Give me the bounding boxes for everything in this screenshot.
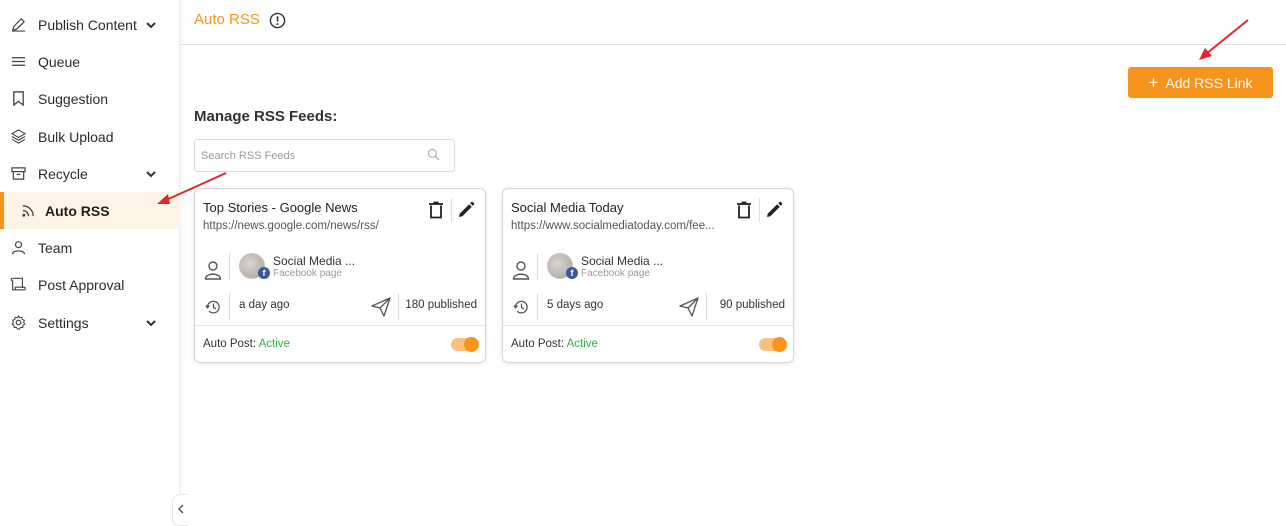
feed-url: https://news.google.com/news/rss/ xyxy=(203,220,379,232)
sidebar-item-label: Auto RSS xyxy=(45,202,110,219)
account-name: Social Media ... xyxy=(581,254,664,268)
trash-icon[interactable] xyxy=(428,201,444,219)
sidebar-item-team[interactable]: Team xyxy=(0,229,180,266)
search-icon[interactable] xyxy=(427,148,441,162)
paper-plane-icon xyxy=(679,297,699,317)
sidebar-item-queue[interactable]: Queue xyxy=(0,43,180,80)
chevron-down-icon[interactable] xyxy=(144,18,158,32)
divider xyxy=(759,198,760,222)
auto-post-toggle[interactable] xyxy=(451,337,479,352)
sidebar-item-label: Post Approval xyxy=(38,276,125,293)
toggle-knob xyxy=(772,337,787,352)
rss-feed-card: Top Stories - Google News https://news.g… xyxy=(194,188,486,363)
chevron-down-icon[interactable] xyxy=(144,316,158,330)
info-icon[interactable] xyxy=(269,12,286,29)
sidebar: Publish Content Queue Suggestion Bulk Up… xyxy=(0,0,188,526)
divider xyxy=(398,293,399,320)
history-icon xyxy=(205,299,221,315)
history-icon xyxy=(513,299,529,315)
paper-plane-icon xyxy=(371,297,391,317)
divider xyxy=(503,325,793,326)
divider xyxy=(451,198,452,222)
edit-icon[interactable] xyxy=(765,201,783,219)
account-name: Social Media ... xyxy=(273,254,356,268)
sidebar-item-auto-rss[interactable]: Auto RSS xyxy=(0,192,180,229)
user-icon xyxy=(204,260,222,280)
toggle-knob xyxy=(464,337,479,352)
status-badge: Active xyxy=(566,338,598,350)
edit-icon[interactable] xyxy=(457,201,475,219)
page-title: Auto RSS xyxy=(194,11,260,28)
auto-post-label: Auto Post: xyxy=(203,338,257,350)
sidebar-item-recycle[interactable]: Recycle xyxy=(0,155,180,192)
search-input[interactable] xyxy=(201,147,421,165)
auto-post-status: Auto Post: Active xyxy=(203,338,290,350)
sidebar-item-label: Bulk Upload xyxy=(38,128,114,145)
sidebar-item-settings[interactable]: Settings xyxy=(0,304,180,341)
published-count: 90 published xyxy=(719,299,785,311)
facebook-icon: f xyxy=(258,267,270,279)
add-rss-link-label: Add RSS Link xyxy=(1165,74,1253,91)
last-run-time: 5 days ago xyxy=(547,299,604,311)
divider xyxy=(229,253,230,280)
divider xyxy=(229,293,230,320)
sidebar-collapse-toggle[interactable] xyxy=(172,494,188,526)
chevron-down-icon[interactable] xyxy=(144,167,158,181)
sidebar-item-bulk-upload[interactable]: Bulk Upload xyxy=(0,118,180,155)
sidebar-item-label: Publish Content xyxy=(38,16,137,33)
divider xyxy=(195,325,485,326)
feed-title: Top Stories - Google News xyxy=(203,200,358,215)
section-title: Manage RSS Feeds: xyxy=(194,108,338,125)
pencil-icon xyxy=(10,17,26,33)
sidebar-item-publish-content[interactable]: Publish Content xyxy=(0,6,180,43)
sidebar-item-label: Team xyxy=(38,239,73,256)
sidebar-item-label: Recycle xyxy=(38,165,88,182)
auto-post-label: Auto Post: xyxy=(511,338,565,350)
divider xyxy=(537,253,538,280)
list-icon xyxy=(10,54,26,70)
feed-url: https://www.socialmediatoday.com/fee... xyxy=(511,220,715,232)
user-icon xyxy=(10,240,26,256)
auto-post-status: Auto Post: Active xyxy=(511,338,598,350)
account-type: Facebook page xyxy=(273,268,342,279)
page-header: Auto RSS xyxy=(180,0,1286,45)
sidebar-item-label: Queue xyxy=(38,53,81,70)
auto-post-toggle[interactable] xyxy=(759,337,787,352)
trash-icon[interactable] xyxy=(736,201,752,219)
divider xyxy=(537,293,538,320)
sidebar-item-label: Suggestion xyxy=(38,90,109,107)
divider xyxy=(706,293,707,320)
sidebar-item-suggestion[interactable]: Suggestion xyxy=(0,80,180,117)
plus-icon: + xyxy=(1148,73,1159,92)
bookmark-icon xyxy=(10,91,26,107)
facebook-icon: f xyxy=(566,267,578,279)
status-badge: Active xyxy=(258,338,290,350)
user-icon xyxy=(512,260,530,280)
feed-title: Social Media Today xyxy=(511,200,624,215)
rss-feed-card: Social Media Today https://www.socialmed… xyxy=(502,188,794,363)
sidebar-item-label: Settings xyxy=(38,314,89,331)
published-count: 180 published xyxy=(405,299,477,311)
chevron-left-icon xyxy=(177,501,185,519)
rss-icon xyxy=(20,203,36,219)
layers-icon xyxy=(10,129,26,145)
sidebar-item-post-approval[interactable]: Post Approval xyxy=(0,266,180,303)
gear-icon xyxy=(10,315,26,331)
archive-icon xyxy=(10,166,26,182)
scroll-icon xyxy=(10,277,26,293)
last-run-time: a day ago xyxy=(239,299,290,311)
account-type: Facebook page xyxy=(581,268,650,279)
search-box xyxy=(194,139,455,172)
add-rss-link-button[interactable]: + Add RSS Link xyxy=(1128,67,1273,98)
